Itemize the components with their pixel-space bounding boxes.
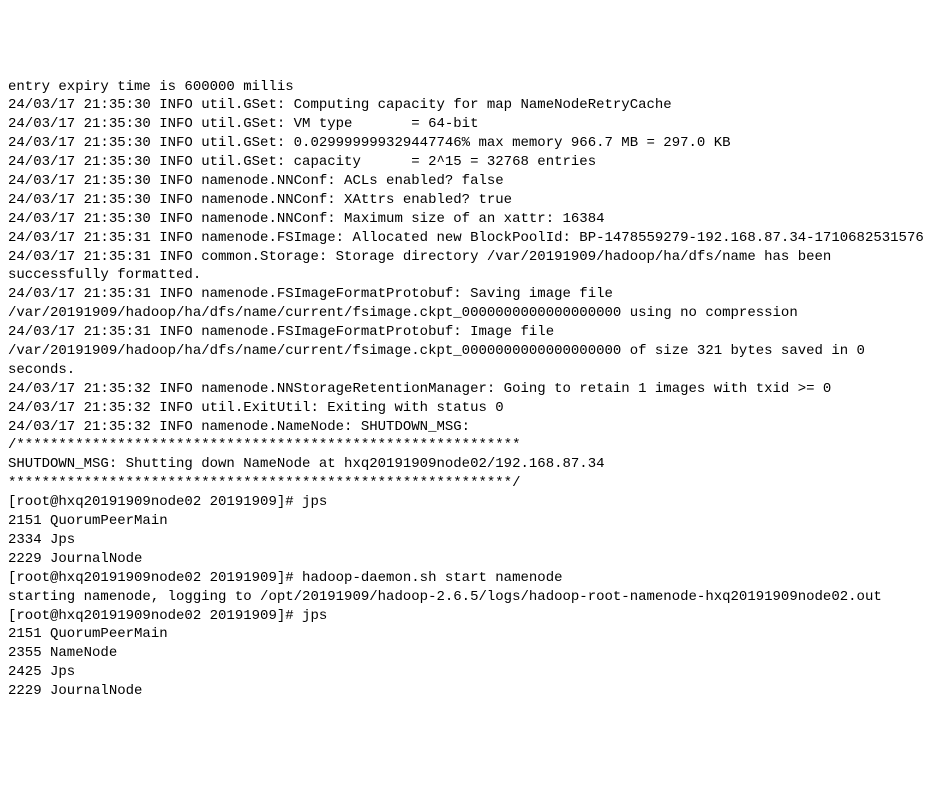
terminal-line: 24/03/17 21:35:30 INFO namenode.NNConf: … — [8, 191, 927, 210]
terminal-line: 2151 QuorumPeerMain — [8, 512, 927, 531]
terminal-line: 24/03/17 21:35:30 INFO namenode.NNConf: … — [8, 210, 927, 229]
terminal-line: 24/03/17 21:35:30 INFO namenode.NNConf: … — [8, 172, 927, 191]
terminal-line: 24/03/17 21:35:32 INFO namenode.NNStorag… — [8, 380, 927, 399]
terminal-output[interactable]: entry expiry time is 600000 millis24/03/… — [8, 78, 927, 701]
terminal-line: [root@hxq20191909node02 20191909]# jps — [8, 493, 927, 512]
terminal-line: 2151 QuorumPeerMain — [8, 625, 927, 644]
terminal-line: 24/03/17 21:35:30 INFO util.GSet: Comput… — [8, 96, 927, 115]
terminal-line: 24/03/17 21:35:30 INFO util.GSet: VM typ… — [8, 115, 927, 134]
terminal-line: [root@hxq20191909node02 20191909]# hadoo… — [8, 569, 927, 588]
terminal-line: 2229 JournalNode — [8, 682, 927, 701]
terminal-line: 24/03/17 21:35:32 INFO namenode.NameNode… — [8, 418, 927, 437]
terminal-line: ****************************************… — [8, 474, 927, 493]
terminal-line: starting namenode, logging to /opt/20191… — [8, 588, 927, 607]
terminal-line: 24/03/17 21:35:31 INFO namenode.FSImageF… — [8, 285, 927, 323]
terminal-line: /***************************************… — [8, 436, 927, 455]
terminal-line: 2334 Jps — [8, 531, 927, 550]
terminal-line: 24/03/17 21:35:32 INFO util.ExitUtil: Ex… — [8, 399, 927, 418]
terminal-line: 24/03/17 21:35:30 INFO util.GSet: 0.0299… — [8, 134, 927, 153]
terminal-line: SHUTDOWN_MSG: Shutting down NameNode at … — [8, 455, 927, 474]
terminal-line: 24/03/17 21:35:31 INFO common.Storage: S… — [8, 248, 927, 286]
terminal-line: entry expiry time is 600000 millis — [8, 78, 927, 97]
terminal-line: 24/03/17 21:35:30 INFO util.GSet: capaci… — [8, 153, 927, 172]
terminal-line: 2355 NameNode — [8, 644, 927, 663]
terminal-line: 24/03/17 21:35:31 INFO namenode.FSImage:… — [8, 229, 927, 248]
terminal-line: 24/03/17 21:35:31 INFO namenode.FSImageF… — [8, 323, 927, 380]
terminal-line: 2229 JournalNode — [8, 550, 927, 569]
terminal-line: [root@hxq20191909node02 20191909]# jps — [8, 607, 927, 626]
terminal-line: 2425 Jps — [8, 663, 927, 682]
